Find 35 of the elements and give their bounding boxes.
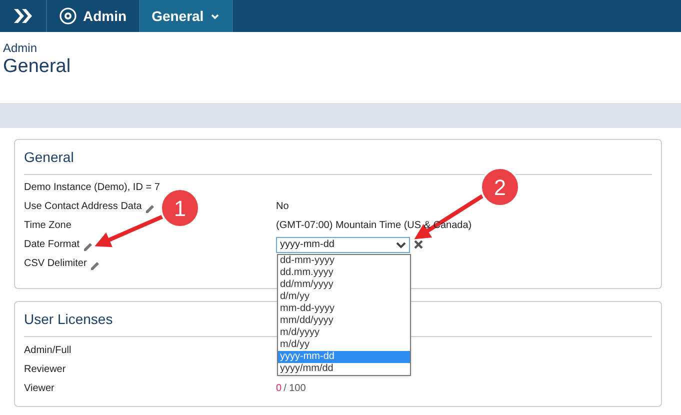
chevron-down-icon — [396, 240, 406, 248]
settings-icon — [59, 7, 77, 25]
callout-number: 1 — [174, 196, 186, 221]
close-icon — [414, 240, 423, 249]
page-title: General — [3, 55, 72, 79]
dropdown-option[interactable]: m/d/yy — [278, 338, 410, 350]
field-value: No — [276, 200, 289, 214]
field-label: CSV Delimiter — [24, 257, 87, 271]
dropdown-option[interactable]: dd.mm.yyyy — [278, 266, 410, 278]
dropdown-option[interactable]: m/d/yyyy — [278, 326, 410, 338]
field-label: Use Contact Address Data — [24, 200, 142, 214]
clear-button[interactable] — [414, 240, 423, 249]
breadcrumb-item[interactable]: Admin — [47, 0, 139, 32]
chevron-down-icon — [210, 12, 220, 20]
breadcrumb-section: Admin — [3, 41, 678, 55]
dropdown-option[interactable]: mm-dd-yyyy — [278, 302, 410, 314]
dropdown-option[interactable]: dd-mm-yyyy — [278, 254, 410, 266]
license-label: Admin/Full — [24, 344, 72, 358]
dropdown-option[interactable]: mm/dd/yyyy — [278, 314, 410, 326]
field-label: Time Zone — [24, 219, 72, 233]
breadcrumb-item[interactable]: General — [140, 0, 232, 32]
field-label: Demo Instance (Demo), ID = 7 — [24, 181, 160, 195]
arrow — [94, 214, 165, 248]
callout-number: 2 — [494, 175, 506, 200]
callout-badge — [160, 188, 200, 228]
license-used: 0 — [276, 382, 282, 396]
license-label: Viewer — [24, 382, 56, 396]
field-label: Date Format — [24, 238, 80, 252]
dropdown-option[interactable]: yyyy/mm/dd — [278, 362, 410, 374]
dropdown-option[interactable]: d/m/yy — [278, 290, 410, 302]
license-limit: / 100 — [284, 382, 306, 396]
dropdown-option[interactable]: dd/mm/yyyy — [278, 278, 410, 290]
callout-badge — [480, 167, 520, 207]
license-label: Reviewer — [24, 363, 67, 377]
chevrons-icon — [12, 7, 34, 25]
